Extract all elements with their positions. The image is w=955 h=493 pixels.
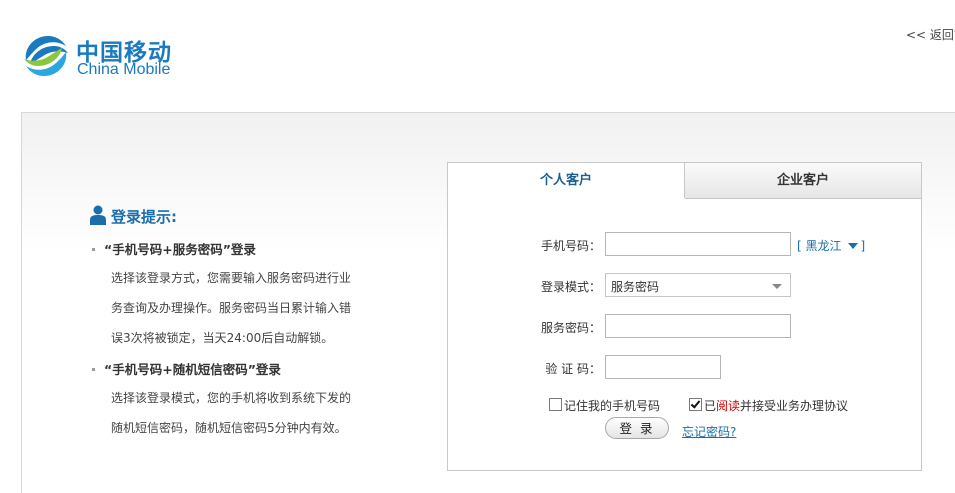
- login-button[interactable]: 登录: [605, 417, 669, 439]
- login-mode-label: 登录模式：: [540, 280, 601, 294]
- login-mode-select[interactable]: 服务密码: [605, 273, 791, 297]
- login-mode-value: 服务密码: [611, 280, 660, 294]
- bullet-icon: [92, 367, 95, 371]
- tip-heading-text: “手机号码+服务密码”登录: [104, 242, 256, 257]
- tip-line: 选择该登录方式，您需要输入服务密码进行业: [111, 271, 352, 285]
- tip-heading-sms-password: “手机号码+随机短信密码”登录: [90, 359, 281, 378]
- person-icon: [90, 205, 106, 225]
- remember-phone-option[interactable]: 记住我的手机号码: [549, 397, 660, 414]
- bullet-icon: [92, 247, 95, 251]
- password-input[interactable]: [605, 314, 791, 338]
- agree-read-text: 阅读: [716, 399, 741, 413]
- region-label: [ 黑龙江: [797, 239, 842, 253]
- login-main-area: 登录提示: “手机号码+服务密码”登录 选择该登录方式，您需要输入服务密码进行业…: [21, 112, 955, 493]
- agree-terms-option[interactable]: 已阅读并接受业务办理协议: [689, 397, 848, 414]
- logo-en-text: China Mobile: [77, 61, 171, 78]
- captcha-label: 验 证 码：: [545, 362, 601, 376]
- back-home-link[interactable]: << 返回首: [906, 26, 955, 43]
- china-mobile-logo-icon: [24, 36, 68, 76]
- tip-line: 随机短信密码，随机短信密码5分钟内有效。: [111, 421, 347, 435]
- captcha-input[interactable]: [605, 355, 721, 379]
- tab-personal-customer[interactable]: 个人客户: [448, 163, 685, 198]
- forgot-password-link[interactable]: 忘记密码?: [682, 423, 736, 440]
- password-label: 服务密码：: [540, 321, 601, 335]
- phone-input[interactable]: [605, 232, 791, 256]
- login-panel: 个人客户 企业客户 手机号码： [ 黑龙江] 登录模式： 服务密码 服务密码： …: [447, 162, 922, 471]
- tip-line: 务查询及办理操作。服务密码当日累计输入错: [111, 301, 352, 315]
- china-mobile-logo[interactable]: 中国移动 China Mobile: [20, 30, 200, 82]
- chevron-down-icon: [847, 243, 858, 249]
- tip-line: 选择该登录模式，您的手机将收到系统下发的: [111, 391, 352, 405]
- agree-terms-checkbox[interactable]: [689, 398, 702, 411]
- chevron-down-icon: [772, 284, 782, 289]
- tab-enterprise-customer[interactable]: 企业客户: [685, 163, 921, 199]
- tips-title: 登录提示:: [111, 208, 177, 226]
- tip-heading-service-password: “手机号码+服务密码”登录: [90, 239, 256, 258]
- agree-prefix: 已: [704, 399, 717, 413]
- region-selector[interactable]: [ 黑龙江]: [797, 237, 865, 254]
- agree-suffix: 并接受业务办理协议: [740, 399, 849, 413]
- remember-phone-checkbox[interactable]: [549, 398, 562, 411]
- phone-label: 手机号码：: [540, 239, 601, 253]
- region-close: ]: [860, 239, 866, 253]
- tip-heading-text: “手机号码+随机短信密码”登录: [104, 362, 281, 377]
- tip-line: 误3次将被锁定，当天24:00后自动解锁。: [111, 331, 334, 345]
- remember-phone-label: 记住我的手机号码: [564, 399, 661, 413]
